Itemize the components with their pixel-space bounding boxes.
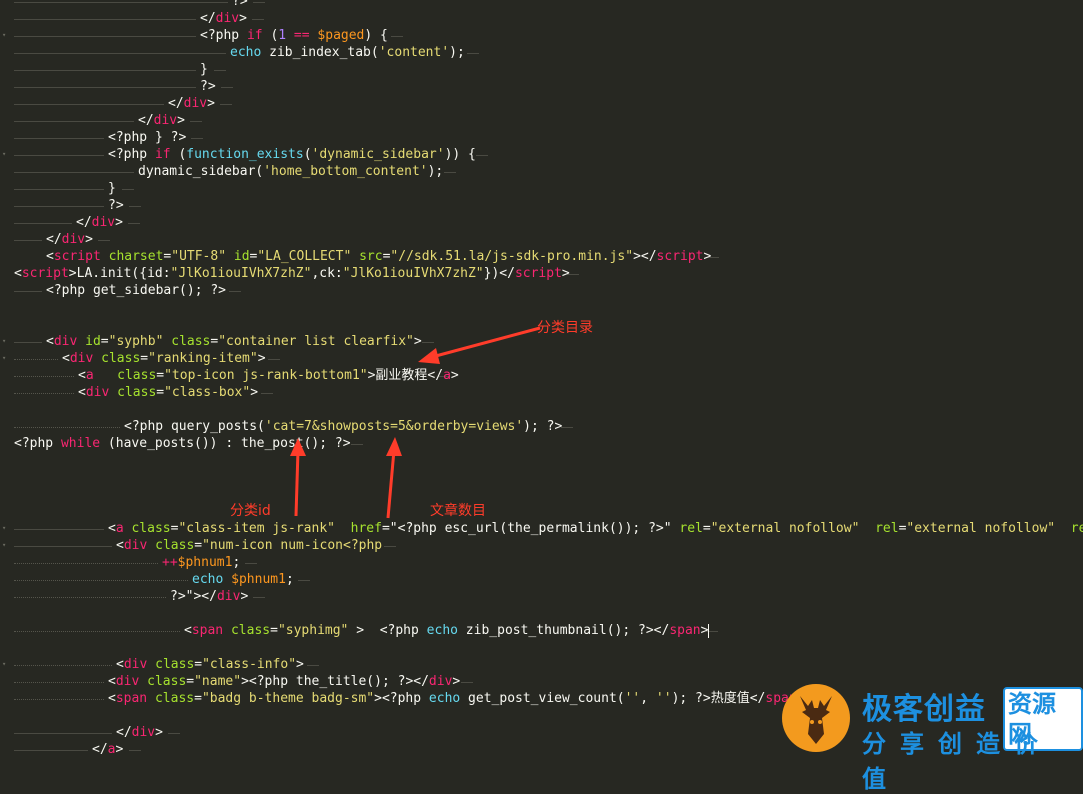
arrow-article-count bbox=[386, 437, 402, 519]
watermark-slogan: 分享创造价值 bbox=[862, 730, 1052, 793]
arrow-category-id bbox=[290, 438, 306, 517]
watermark: 极客创益 资源网 分享创造价值 bbox=[776, 674, 1083, 793]
watermark-title: 极客创益 bbox=[862, 692, 986, 727]
deer-head-icon bbox=[782, 684, 850, 752]
annotation-arrows bbox=[290, 326, 541, 519]
arrow-category-directory bbox=[418, 326, 541, 364]
